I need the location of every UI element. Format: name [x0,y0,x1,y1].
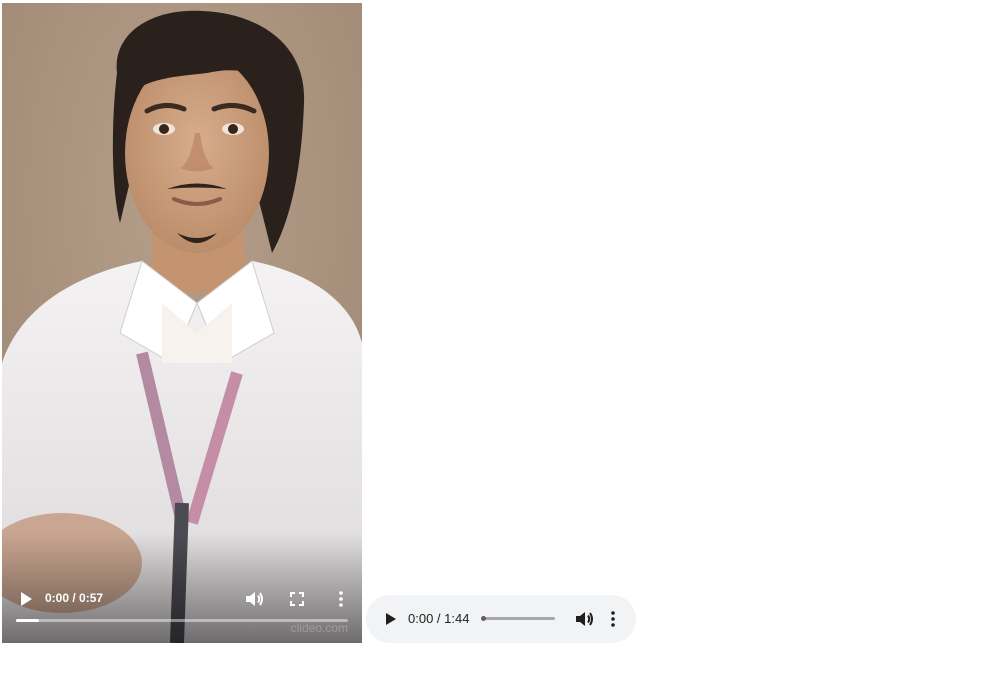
video-play-button[interactable] [13,587,37,611]
video-time-display: 0:00 / 0:57 [45,591,103,605]
more-vert-icon [611,611,615,627]
video-duration: 0:57 [79,591,104,605]
play-icon [21,592,32,606]
audio-play-button[interactable] [378,607,402,631]
volume-icon [246,592,263,606]
video-progress-bar[interactable] [16,619,348,622]
video-progress-fill [16,619,40,622]
volume-icon [576,612,593,626]
audio-more-button[interactable] [601,607,625,631]
audio-time-display: 0:00 / 1:44 [408,611,470,626]
video-controls: 0:00 / 0:57 [2,583,362,643]
video-player[interactable]: clideo.com 0:00 / 0:57 [2,3,362,643]
video-fullscreen-button[interactable] [285,587,309,611]
video-current-time: 0:00 [45,591,70,605]
audio-progress-bar[interactable] [481,616,555,621]
video-volume-button[interactable] [242,587,266,611]
audio-volume-button[interactable] [572,607,596,631]
video-time-separator: / [69,591,80,605]
video-more-button[interactable] [329,587,353,611]
more-vert-icon [339,591,343,607]
audio-player[interactable]: 0:00 / 1:44 [366,595,636,643]
fullscreen-icon [290,592,304,606]
audio-progress-thumb[interactable] [481,616,486,621]
play-icon [386,613,396,625]
